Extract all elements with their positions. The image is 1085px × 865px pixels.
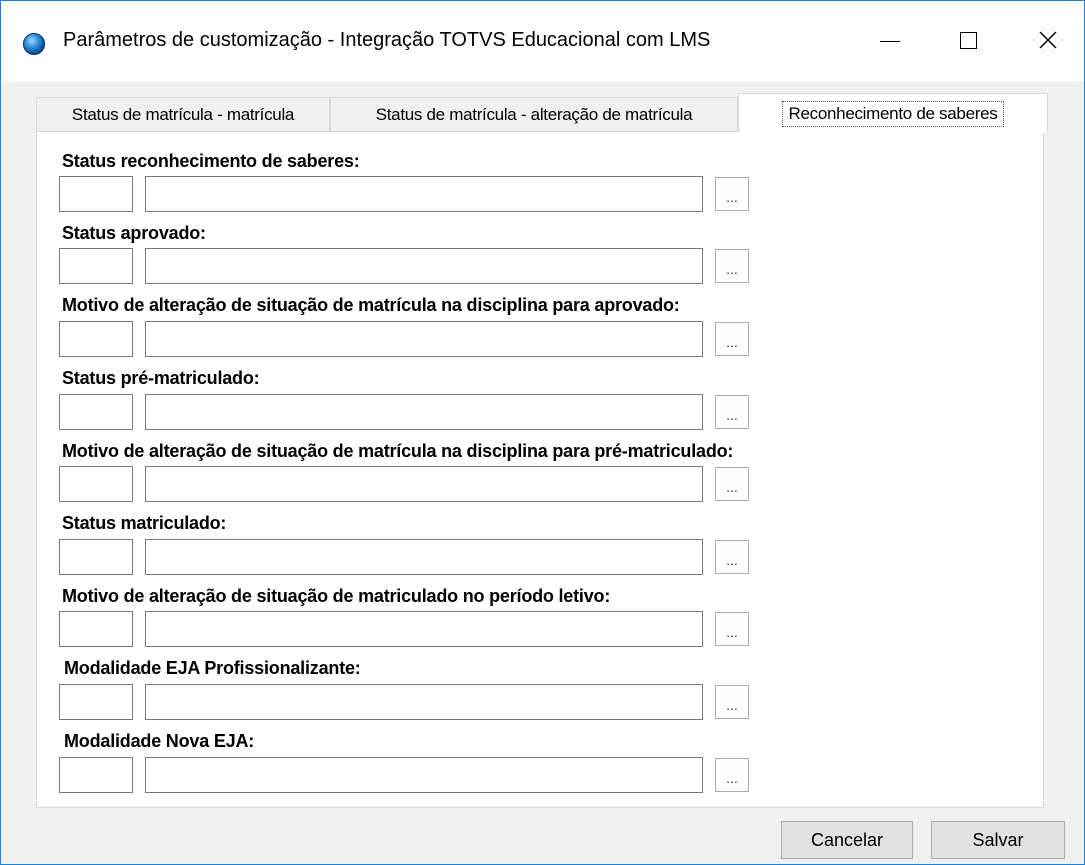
field-label-status-aprovado: Status aprovado: — [62, 223, 206, 243]
motivo-pre-matriculado-description-input[interactable] — [145, 466, 703, 502]
tab-status-alteracao-matricula[interactable]: Status de matrícula - alteração de matrí… — [330, 97, 738, 131]
status-matriculado-description-input[interactable] — [145, 539, 703, 575]
modalidade-nova-eja-lookup-button[interactable]: ... — [715, 758, 749, 792]
status-pre-matriculado-description-input[interactable] — [145, 394, 703, 430]
status-reconhecimento-description-input[interactable] — [145, 176, 703, 212]
status-pre-matriculado-code-input[interactable] — [59, 394, 133, 430]
field-label-status-pre-matriculado: Status pré-matriculado: — [62, 368, 260, 388]
motivo-pre-matriculado-code-input[interactable] — [59, 466, 133, 502]
field-label-modalidade-nova-eja: Modalidade Nova EJA: — [64, 731, 255, 751]
cancel-button[interactable]: Cancelar — [781, 821, 913, 859]
modalidade-nova-eja-description-input[interactable] — [145, 757, 703, 793]
motivo-aprovado-description-input[interactable] — [145, 321, 703, 357]
field-label-motivo-pre-matriculado: Motivo de alteração de situação de matrí… — [62, 441, 734, 461]
status-matriculado-lookup-button[interactable]: ... — [715, 540, 749, 574]
tab-status-matricula[interactable]: Status de matrícula - matrícula — [36, 97, 330, 131]
dialog-window: Parâmetros de customização - Integração … — [0, 0, 1085, 865]
field-label-status-reconhecimento: Status reconhecimento de saberes: — [62, 151, 360, 171]
status-aprovado-lookup-button[interactable]: ... — [715, 249, 749, 283]
tab-label: Status de matrícula - alteração de matrí… — [375, 104, 693, 124]
minimize-icon — [880, 40, 900, 42]
motivo-pre-matriculado-lookup-button[interactable]: ... — [715, 467, 749, 501]
status-matriculado-code-input[interactable] — [59, 539, 133, 575]
status-reconhecimento-code-input[interactable] — [59, 176, 133, 212]
save-button[interactable]: Salvar — [931, 821, 1065, 859]
motivo-aprovado-code-input[interactable] — [59, 321, 133, 357]
modalidade-nova-eja-code-input[interactable] — [59, 757, 133, 793]
motivo-periodo-letivo-lookup-button[interactable]: ... — [715, 612, 749, 646]
motivo-periodo-letivo-description-input[interactable] — [145, 611, 703, 647]
field-label-status-matriculado: Status matriculado: — [62, 513, 227, 533]
tab-label: Status de matrícula - matrícula — [71, 104, 295, 124]
modalidade-eja-profissionalizante-lookup-button[interactable]: ... — [715, 685, 749, 719]
status-pre-matriculado-lookup-button[interactable]: ... — [715, 395, 749, 429]
field-label-motivo-aprovado: Motivo de alteração de situação de matrí… — [62, 295, 680, 315]
title-bar[interactable]: Parâmetros de customização - Integração … — [1, 1, 1084, 81]
field-label-modalidade-eja-profissionalizante: Modalidade EJA Profissionalizante: — [64, 658, 361, 678]
minimize-button[interactable] — [867, 15, 913, 65]
maximize-icon — [959, 31, 977, 49]
motivo-periodo-letivo-code-input[interactable] — [59, 611, 133, 647]
tab-reconhecimento-saberes[interactable]: Reconhecimento de saberes — [738, 93, 1048, 133]
tab-label: Reconhecimento de saberes — [781, 100, 1005, 127]
modalidade-eja-profissionalizante-code-input[interactable] — [59, 684, 133, 720]
modalidade-eja-profissionalizante-description-input[interactable] — [145, 684, 703, 720]
app-icon — [23, 33, 45, 55]
window-title: Parâmetros de customização - Integração … — [63, 29, 711, 51]
field-label-motivo-periodo-letivo: Motivo de alteração de situação de matri… — [62, 586, 611, 606]
close-button[interactable] — [1025, 15, 1071, 65]
status-aprovado-code-input[interactable] — [59, 248, 133, 284]
motivo-aprovado-lookup-button[interactable]: ... — [715, 322, 749, 356]
close-icon — [1039, 31, 1057, 49]
status-reconhecimento-lookup-button[interactable]: ... — [715, 177, 749, 211]
maximize-button[interactable] — [945, 15, 991, 65]
status-aprovado-description-input[interactable] — [145, 248, 703, 284]
